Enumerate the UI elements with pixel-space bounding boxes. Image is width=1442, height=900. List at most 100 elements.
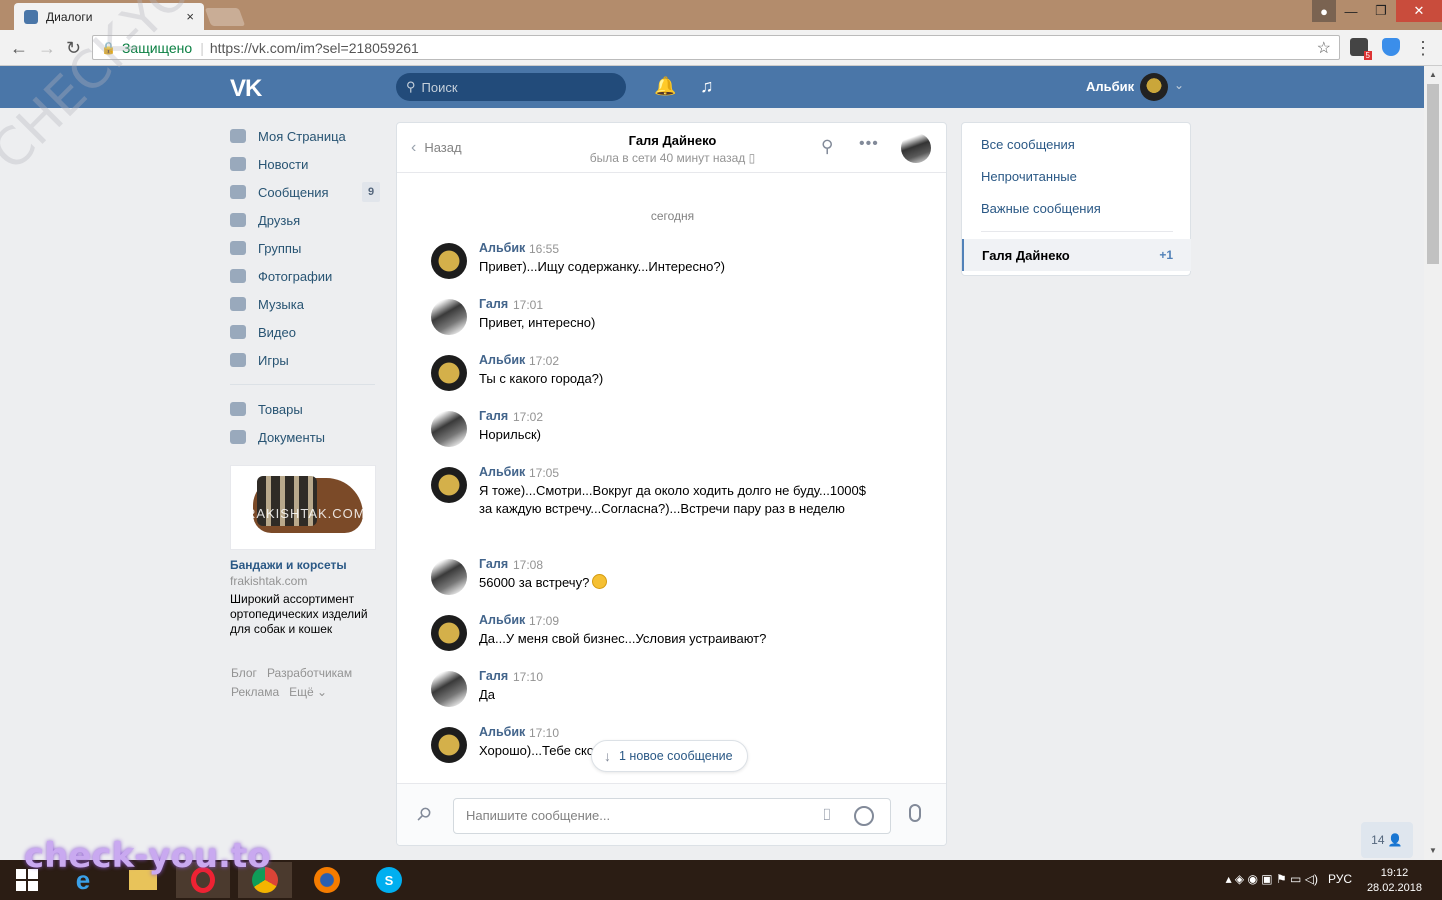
message-avatar[interactable]: [431, 467, 467, 503]
friends-icon: [230, 213, 246, 227]
paperclip-icon[interactable]: ⚲: [412, 802, 435, 826]
scroll-up-icon[interactable]: ▲: [1429, 70, 1437, 79]
vk-logo[interactable]: VK: [230, 75, 262, 103]
close-window-button[interactable]: ✕: [1396, 0, 1442, 22]
sidebar-item-music[interactable]: Музыка: [230, 290, 380, 318]
extension-icon[interactable]: 5: [1350, 38, 1372, 60]
sidebar-item-video[interactable]: Видео: [230, 318, 380, 346]
bell-icon[interactable]: 🔔: [654, 76, 676, 97]
message-author[interactable]: Альбик: [479, 241, 525, 255]
header-avatar[interactable]: [1140, 73, 1168, 101]
sidebar-item-friends[interactable]: Друзья: [230, 206, 380, 234]
ad-description: Широкий ассортимент ортопедических издел…: [230, 592, 368, 636]
sidebar-item-photos[interactable]: Фотографии: [230, 262, 380, 290]
minimize-button[interactable]: —: [1336, 0, 1366, 22]
chevron-down-icon[interactable]: ⌄: [1174, 78, 1184, 92]
microphone-icon[interactable]: [909, 804, 921, 822]
vk-search[interactable]: ⚲: [396, 73, 626, 101]
message-time: 17:02: [513, 410, 544, 424]
url-text[interactable]: https://vk.com/im?sel=218059261: [210, 40, 419, 56]
message-time: 17:10: [513, 670, 544, 684]
message-avatar[interactable]: [431, 243, 467, 279]
music-icon[interactable]: ♫: [700, 76, 714, 97]
message-avatar[interactable]: [431, 559, 467, 595]
message-avatar[interactable]: [431, 299, 467, 335]
sidebar-item-goods[interactable]: Товары: [230, 395, 380, 423]
search-input[interactable]: [421, 79, 602, 95]
new-message-button[interactable]: ↓ 1 новое сообщение: [591, 740, 748, 772]
back-arrow-icon[interactable]: ←: [10, 38, 28, 59]
message-avatar[interactable]: [431, 411, 467, 447]
footer-developers-link[interactable]: Разработчикам: [267, 666, 352, 680]
footer-more-link[interactable]: Ещё ⌄: [289, 685, 327, 699]
skype-taskbar-icon[interactable]: S: [362, 862, 416, 898]
emoji-icon[interactable]: [854, 806, 874, 826]
sidebar-item-my-page[interactable]: Моя Страница: [230, 122, 380, 150]
shield-extension-icon[interactable]: [1382, 38, 1400, 56]
message-author[interactable]: Галя: [479, 669, 508, 683]
filter-all-messages[interactable]: Все сообщения: [981, 137, 1075, 152]
chat-header: ‹ Назад Галя Дайнеко была в сети 40 минут…: [397, 123, 946, 173]
new-tab-button[interactable]: [204, 8, 246, 26]
bookmark-star-icon[interactable]: ☆: [1317, 38, 1331, 58]
scroll-down-icon[interactable]: ▼: [1429, 846, 1437, 855]
header-user-name[interactable]: Альбик: [1086, 79, 1134, 94]
camera-icon[interactable]: ⌷: [822, 807, 832, 825]
message-author[interactable]: Альбик: [479, 725, 525, 739]
address-bar[interactable]: 🔒 Защищено | https://vk.com/im?sel=21805…: [92, 35, 1340, 60]
restore-button[interactable]: ❐: [1366, 0, 1396, 22]
more-actions-icon[interactable]: •••: [859, 135, 879, 153]
contact-avatar[interactable]: [901, 133, 931, 163]
message-input[interactable]: [466, 808, 806, 823]
sidebar-item-games[interactable]: Игры: [230, 346, 380, 374]
message-author[interactable]: Альбик: [479, 613, 525, 627]
sidebar-ad[interactable]: FRAKISHTAK.COM Бандажи и корсеты frakish…: [230, 465, 376, 637]
left-sidebar: Моя Страница Новости Сообщения 9 Друзья Г…: [230, 122, 380, 451]
selected-dialog[interactable]: Галя Дайнеко +1: [962, 239, 1191, 271]
chat-search-icon[interactable]: ⚲: [821, 137, 833, 157]
ad-image[interactable]: FRAKISHTAK.COM: [230, 465, 376, 550]
message-text: Привет)...Ищу содержанку...Интересно?): [479, 259, 725, 274]
search-icon: ⚲: [406, 79, 416, 94]
footer-ads-link[interactable]: Реклама: [231, 685, 279, 699]
filter-important[interactable]: Важные сообщения: [981, 201, 1101, 216]
footer-blog-link[interactable]: Блог: [231, 666, 257, 680]
arrow-down-icon: ↓: [604, 748, 611, 764]
messages-icon: [230, 185, 246, 199]
language-indicator[interactable]: РУС: [1328, 872, 1352, 886]
message-time: 17:05: [529, 466, 560, 480]
message-time: 17:02: [529, 354, 560, 368]
sidebar-item-news[interactable]: Новости: [230, 150, 380, 178]
message-avatar[interactable]: [431, 727, 467, 763]
message-composer: ⚲ ⌷: [397, 783, 946, 845]
message-author[interactable]: Альбик: [479, 465, 525, 479]
sidebar-item-groups[interactable]: Группы: [230, 234, 380, 262]
message-avatar[interactable]: [431, 671, 467, 707]
system-clock[interactable]: 19:12 28.02.2018: [1367, 866, 1422, 896]
page-scrollbar[interactable]: ▲ ▼: [1424, 66, 1442, 860]
sidebar-item-messages[interactable]: Сообщения 9: [230, 178, 380, 206]
message-author[interactable]: Галя: [479, 557, 508, 571]
scrollbar-thumb[interactable]: [1427, 84, 1439, 264]
message-avatar[interactable]: [431, 615, 467, 651]
ad-domain[interactable]: frakishtak.com: [230, 574, 376, 588]
message-input-box[interactable]: ⌷: [453, 798, 891, 834]
message-author[interactable]: Галя: [479, 297, 508, 311]
sidebar-divider: [230, 384, 375, 385]
online-friends-button[interactable]: 14 👤: [1361, 822, 1413, 858]
message-author[interactable]: Альбик: [479, 353, 525, 367]
sidebar-item-label: Сообщения: [258, 184, 329, 200]
ad-title[interactable]: Бандажи и корсеты: [230, 558, 376, 572]
menu-dots-icon[interactable]: ⋮: [1414, 38, 1432, 59]
filter-unread[interactable]: Непрочитанные: [981, 169, 1077, 184]
ad-image-watermark: FRAKISHTAK.COM: [237, 506, 366, 521]
sidebar-item-documents[interactable]: Документы: [230, 423, 380, 451]
forward-arrow-icon[interactable]: →: [38, 38, 56, 59]
message-time: 17:08: [513, 558, 544, 572]
tray-icons[interactable]: ▴ ◈ ◉ ▣ ⚑ ▭ ◁): [1226, 872, 1325, 886]
firefox-taskbar-icon[interactable]: [300, 862, 354, 898]
message-author[interactable]: Галя: [479, 409, 508, 423]
sidebar-item-label: Видео: [258, 324, 296, 340]
message-avatar[interactable]: [431, 355, 467, 391]
profile-icon[interactable]: ●: [1312, 0, 1336, 22]
